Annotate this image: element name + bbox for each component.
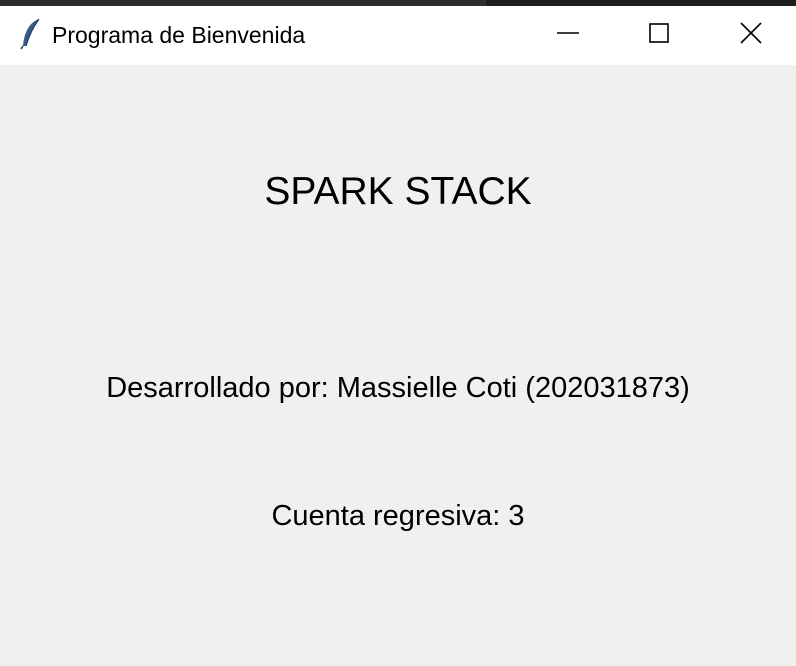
maximize-button[interactable] xyxy=(613,6,705,65)
app-heading: SPARK STACK xyxy=(264,170,532,213)
minimize-icon xyxy=(557,22,579,49)
welcome-window: Programa de Bienvenida SPARK STACK Desar… xyxy=(0,6,796,666)
feather-icon xyxy=(20,18,42,50)
window-title: Programa de Bienvenida xyxy=(52,22,306,48)
maximize-icon xyxy=(649,23,669,48)
close-button[interactable] xyxy=(705,6,796,65)
minimize-button[interactable] xyxy=(522,6,614,65)
title-bar[interactable]: Programa de Bienvenida xyxy=(0,6,796,65)
close-icon xyxy=(740,22,762,49)
countdown-label: Cuenta regresiva: 3 xyxy=(271,500,525,532)
developer-label: Desarrollado por: Massielle Coti (202031… xyxy=(106,372,690,404)
